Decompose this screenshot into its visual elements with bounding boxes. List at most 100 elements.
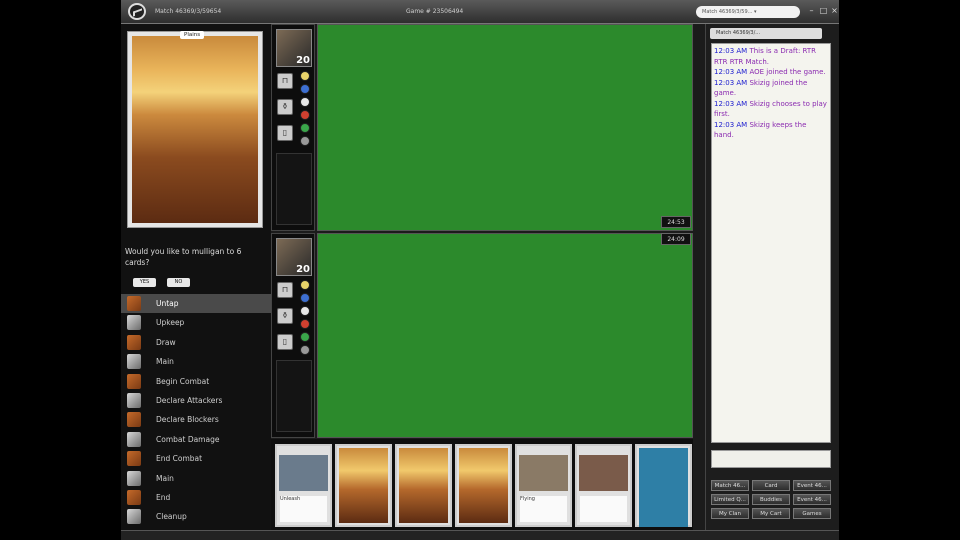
- mana-red-icon: [300, 319, 310, 329]
- card-art: [639, 448, 688, 527]
- phase-item[interactable]: Draw: [121, 333, 271, 352]
- chat-button[interactable]: Limited Q...: [711, 494, 749, 505]
- chat-button[interactable]: Event 46...: [793, 480, 831, 491]
- chat-time: 12:03 AM: [714, 68, 750, 76]
- phase-icon: [127, 451, 141, 467]
- player-slot: [276, 360, 312, 432]
- mana-blue-icon: [300, 84, 310, 94]
- phase-label: Main: [156, 357, 174, 367]
- phase-label: End: [156, 492, 171, 502]
- chat-line: 12:03 AM Skizig keeps the hand.: [714, 120, 828, 141]
- phase-icon: [127, 412, 141, 428]
- no-button[interactable]: NO: [167, 278, 190, 287]
- phase-item[interactable]: Combat Damage: [121, 430, 271, 449]
- phase-label: Begin Combat: [156, 376, 210, 386]
- card-rules-text: Unleash: [280, 496, 327, 522]
- mana-black-icon: [300, 97, 310, 107]
- chat-log: 12:03 AM This is a Draft: RTR RTR RTR Ma…: [711, 43, 831, 443]
- land-art: [459, 448, 508, 523]
- exile-icon[interactable]: ▯: [277, 125, 293, 141]
- chat-line: 12:03 AM Skizig chooses to play first.: [714, 99, 828, 120]
- hand-card[interactable]: Flying: [515, 444, 572, 527]
- chat-panel: Match 46369/3/... 12:03 AM This is a Dra…: [705, 24, 839, 530]
- phase-icon: [127, 392, 141, 408]
- player-avatar[interactable]: 20: [276, 238, 312, 276]
- back-logo-icon[interactable]: [128, 3, 146, 20]
- phase-label: Cleanup: [156, 512, 187, 522]
- library-icon[interactable]: ⊓: [277, 282, 293, 298]
- graveyard-icon[interactable]: ⚱: [277, 308, 293, 324]
- phase-icon: [127, 334, 141, 350]
- chat-time: 12:03 AM: [714, 78, 750, 87]
- chat-time: 12:03 AM: [714, 120, 750, 129]
- graveyard-icon[interactable]: ⚱: [277, 99, 293, 115]
- opponent-timer: 24:53: [661, 216, 691, 228]
- chat-button[interactable]: Match 46...: [711, 480, 749, 491]
- phase-item[interactable]: Declare Blockers: [121, 410, 271, 429]
- opponent-avatar[interactable]: 20: [276, 29, 312, 67]
- opponent-battlefield[interactable]: [317, 24, 693, 231]
- close-icon[interactable]: ×: [830, 6, 839, 16]
- phase-item[interactable]: Cleanup: [121, 507, 271, 526]
- phase-item[interactable]: Untap: [121, 294, 271, 314]
- library-icon[interactable]: ⊓: [277, 73, 293, 89]
- hand-card[interactable]: [575, 444, 632, 527]
- phase-item[interactable]: End: [121, 488, 271, 507]
- hand-card[interactable]: [395, 444, 452, 527]
- player-battlefield[interactable]: [317, 233, 693, 438]
- match-selector[interactable]: Match 46369/3/59... ▾: [696, 6, 800, 18]
- phase-icon: [127, 373, 141, 389]
- phase-item[interactable]: Main: [121, 469, 271, 488]
- chat-line: 12:03 AM This is a Draft: RTR RTR RTR Ma…: [714, 46, 828, 67]
- card-rules-text: Flying: [520, 496, 567, 522]
- chat-message: AOE joined the game.: [749, 68, 826, 76]
- chat-button[interactable]: Event 46...: [793, 494, 831, 505]
- phase-item[interactable]: Declare Attackers: [121, 391, 271, 410]
- phase-icon: [127, 296, 141, 311]
- mana-blue-icon: [300, 293, 310, 303]
- card-art: [279, 455, 328, 491]
- mulligan-prompt: Would you like to mulligan to 6 cards?: [125, 247, 242, 267]
- phase-icon: [127, 470, 141, 486]
- chat-line: 12:03 AM AOE joined the game.: [714, 67, 828, 78]
- card-art: [579, 455, 628, 491]
- card-art: [519, 455, 568, 491]
- maximize-icon[interactable]: □: [819, 6, 828, 16]
- player-timer: 24:09: [661, 233, 691, 245]
- phase-item[interactable]: Main: [121, 352, 271, 371]
- chat-button[interactable]: Games: [793, 508, 831, 519]
- chat-button[interactable]: My Cart: [752, 508, 790, 519]
- hand-card[interactable]: [455, 444, 512, 527]
- hand-card[interactable]: [635, 444, 692, 527]
- exile-icon[interactable]: ▯: [277, 334, 293, 350]
- mana-green-icon: [300, 123, 310, 133]
- bottom-nav: HOMECOLLECTIONDECK EDITORSTOREMENULIMITE…: [121, 530, 839, 540]
- phase-icon: [127, 489, 141, 505]
- yes-button[interactable]: YES: [133, 278, 156, 287]
- title-bar: Match 46369/3/59654 Game # 23506494 Matc…: [121, 0, 839, 24]
- mana-red-icon: [300, 110, 310, 120]
- phase-item[interactable]: Begin Combat: [121, 372, 271, 391]
- mana-white-icon: [300, 71, 310, 81]
- phase-label: Main: [156, 473, 174, 483]
- chat-button[interactable]: Buddies: [752, 494, 790, 505]
- chat-button[interactable]: Card: [752, 480, 790, 491]
- phase-item[interactable]: End Combat: [121, 449, 271, 468]
- hand-card[interactable]: Unleash: [275, 444, 332, 527]
- phase-list: Untap Upkeep Draw Main Begin Combat Declare A…: [121, 294, 271, 527]
- chat-time: 12:03 AM: [714, 47, 750, 55]
- splitter-handle[interactable]: [693, 24, 705, 530]
- chat-input[interactable]: [711, 450, 831, 468]
- minimize-icon[interactable]: –: [807, 6, 816, 16]
- phase-icon: [127, 431, 141, 447]
- hand-area: Unleash Flying: [271, 439, 693, 540]
- player-life: 20: [296, 264, 310, 275]
- chat-button[interactable]: My Clan: [711, 508, 749, 519]
- mana-black-icon: [300, 306, 310, 316]
- mana-green-icon: [300, 332, 310, 342]
- game-window: Match 46369/3/59654 Game # 23506494 Matc…: [121, 0, 839, 540]
- chat-tab[interactable]: Match 46369/3/...: [710, 28, 822, 39]
- mana-colorless-icon: [300, 345, 310, 355]
- hand-card[interactable]: [335, 444, 392, 527]
- phase-item[interactable]: Upkeep: [121, 313, 271, 332]
